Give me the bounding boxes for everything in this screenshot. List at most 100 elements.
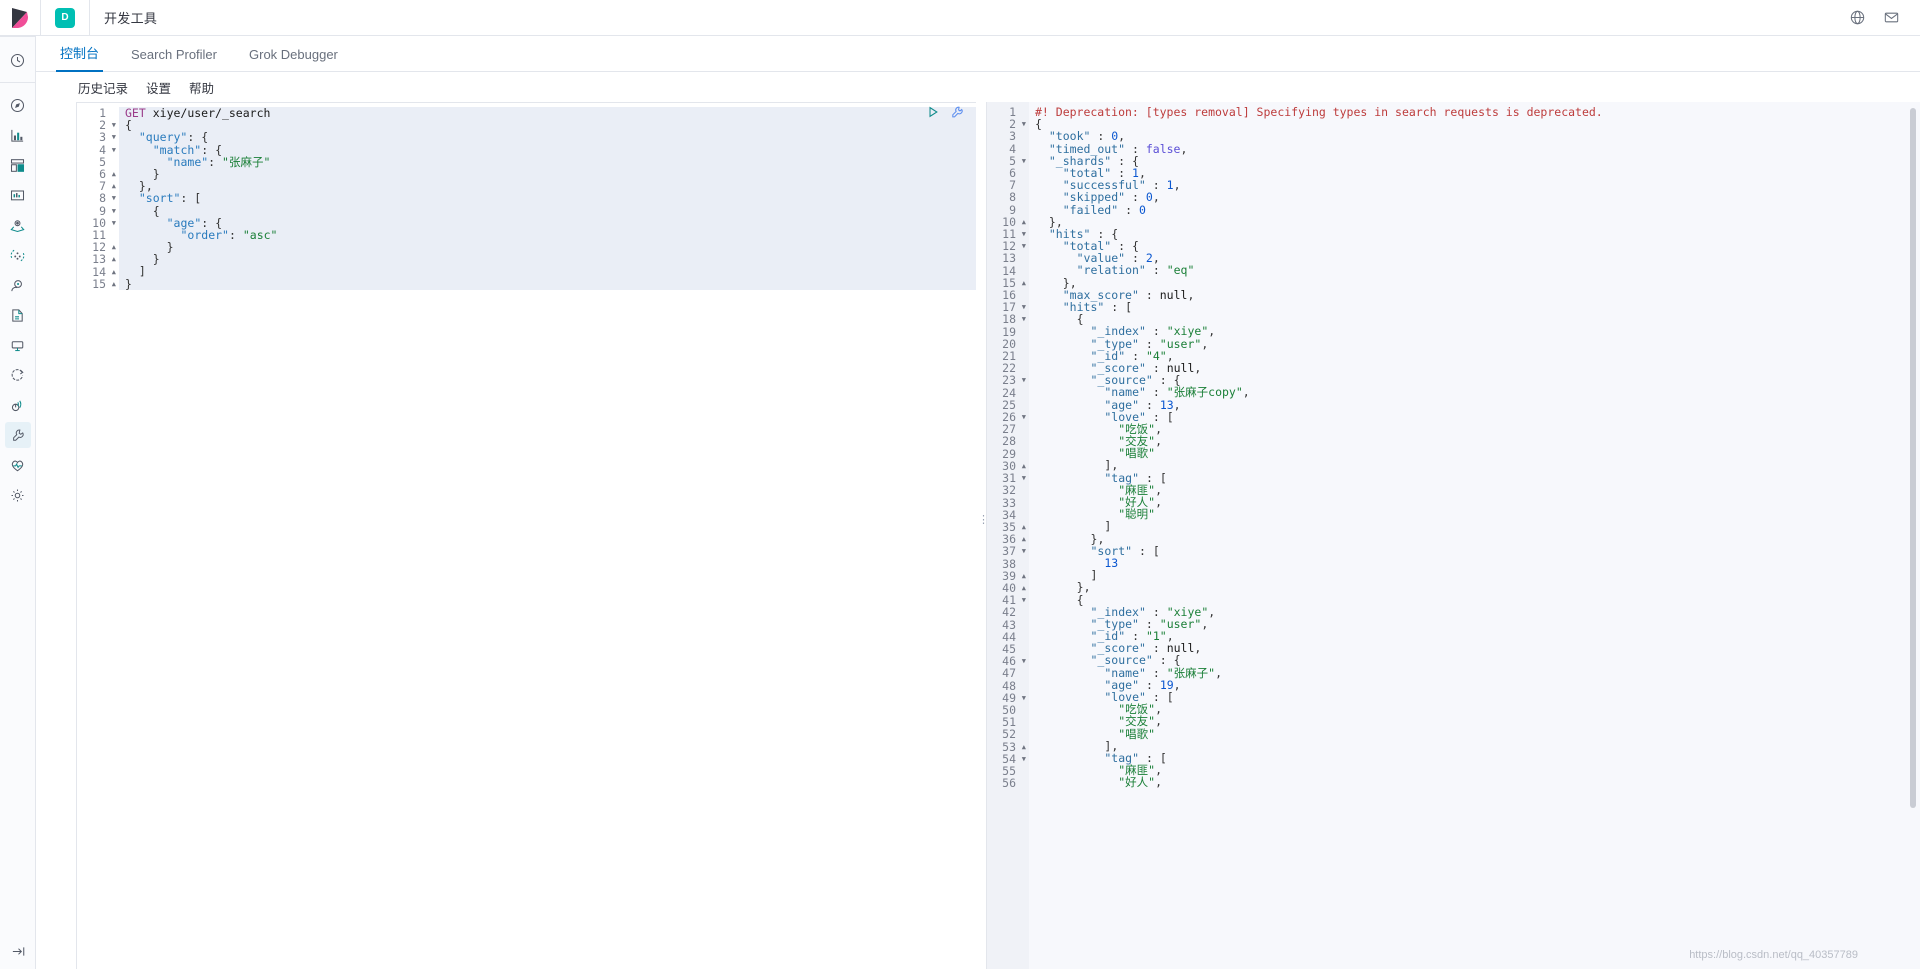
code-line: "name": "张麻子": [166, 154, 271, 169]
request-text[interactable]: GET xiye/user/_search{ "query": { "match…: [119, 103, 976, 969]
code-line: }: [152, 166, 160, 181]
editor-wrench-icon[interactable]: [950, 105, 964, 119]
code-line: "love" : [: [1104, 690, 1174, 704]
code-line: {: [1035, 117, 1042, 132]
line-number: 33: [1002, 495, 1016, 510]
request-editor[interactable]: 1 2 ▼ 3 ▼ 4 ▼ 5 6 ▲ 7 ▲ 8 ▼ 9 ▼ 10 ▼ 11 12 ▲ 13 ▲ 14 ▲ 15 ▲ GET xi…: [76, 102, 976, 969]
code-line: ],: [1104, 738, 1119, 753]
code-line: {: [152, 203, 160, 218]
tab-search-profiler[interactable]: Search Profiler: [115, 47, 233, 71]
code-line: 13: [1104, 555, 1119, 570]
line-number: 1: [1009, 105, 1016, 119]
code-line: ],: [1104, 458, 1119, 473]
code-line: }: [166, 240, 174, 255]
primary-sidebar: [0, 36, 36, 969]
line-number: 56: [1002, 776, 1016, 791]
kibana-logo[interactable]: [0, 0, 40, 36]
code-line: "tag" : [: [1104, 750, 1167, 765]
line-number: 3: [1009, 129, 1016, 144]
line-number: 13 ▲: [92, 252, 116, 267]
header-divider-left: [40, 0, 41, 36]
response-scrollbar-track[interactable]: [1910, 102, 1918, 969]
main-content: 控制台 Search Profiler Grok Debugger 历史记录 设…: [36, 36, 1920, 969]
code-line: GET xiye/user/_search: [125, 106, 271, 120]
line-number: 8 ▼: [99, 191, 116, 206]
sidebar-item-uptime[interactable]: [0, 360, 36, 390]
code-line: },: [138, 179, 153, 194]
line-number: 3 ▼: [99, 130, 116, 145]
sidebar-item-logs[interactable]: [0, 300, 36, 330]
line-number: 7: [1009, 178, 1016, 193]
pane-resize-handle[interactable]: ⋮: [976, 102, 989, 969]
line-number: 38: [1002, 556, 1016, 571]
request-code[interactable]: 1 2 ▼ 3 ▼ 4 ▼ 5 6 ▲ 7 ▲ 8 ▼ 9 ▼ 10 ▼ 11 12 ▲ 13 ▲ 14 ▲ 15 ▲ GET xi…: [77, 103, 976, 969]
mail-icon[interactable]: [1876, 3, 1906, 33]
kibana-dev-tools-window: D 开发工具 控制台 Search Profiler Grok Debugger…: [0, 0, 1920, 969]
code-line: "好人",: [1118, 775, 1163, 790]
code-line: "好人",: [1118, 495, 1163, 509]
sidebar-item-maps[interactable]: [0, 210, 36, 240]
response-editor[interactable]: 1 2 ▼ 3 4 5 ▼ 6 7 8 9 10 ▲ 11 ▼ 12 ▼ 13 14 15 ▲ 16 17 ▼ 18 ▼ 19 20 2…: [986, 102, 1920, 969]
sidebar-item-siem[interactable]: [0, 390, 36, 420]
pane-resize-grip[interactable]: ⋮: [978, 515, 989, 526]
help-globe-icon[interactable]: [1842, 3, 1872, 33]
send-request-play-icon[interactable]: [926, 105, 940, 119]
sidebar-item-dashboard[interactable]: [0, 150, 36, 180]
line-number: 9 ▼: [99, 203, 116, 218]
code-line: "max_score" : null,: [1062, 287, 1195, 302]
code-line: "query": {: [138, 130, 209, 145]
code-line: "sort": [: [138, 191, 202, 206]
sidebar-item-apm[interactable]: [0, 330, 36, 360]
code-line: {: [125, 118, 132, 133]
response-gutter: 1 2 ▼ 3 4 5 ▼ 6 7 8 9 10 ▲ 11 ▼ 12 ▼ 13 14 15 ▲ 16 17 ▼ 18 ▼ 19 20 2…: [987, 102, 1029, 969]
collapse-sidebar-button[interactable]: [0, 944, 36, 959]
code-line: "relation" : "eq": [1076, 263, 1195, 278]
code-line: "麻匪",: [1118, 482, 1163, 497]
code-line: "吃饭",: [1118, 421, 1163, 436]
code-line: "order": "asc": [180, 227, 278, 242]
sidebar-separator-mid: [0, 82, 35, 83]
sidebar-item-discover[interactable]: [0, 90, 36, 120]
sidebar-item-visualize[interactable]: [0, 120, 36, 150]
code-line: "love" : [: [1104, 409, 1174, 424]
line-number: 9: [1009, 202, 1016, 217]
tab-console[interactable]: 控制台: [44, 43, 115, 72]
code-line: "total" : {: [1062, 239, 1139, 254]
line-number: 4: [1009, 141, 1016, 156]
line-number: 18 ▼: [1002, 312, 1026, 327]
code-line: "hits" : {: [1048, 226, 1119, 241]
code-line: "_shards" : {: [1048, 153, 1139, 168]
line-number: 13: [1002, 251, 1016, 266]
subtab-help[interactable]: 帮助: [189, 78, 214, 97]
sidebar-item-infrastructure[interactable]: [0, 270, 36, 300]
code-line: "hits" : [: [1062, 300, 1133, 314]
code-line: "麻匪",: [1118, 763, 1163, 778]
sidebar-item-management[interactable]: [0, 480, 36, 510]
line-number: 43: [1002, 617, 1016, 632]
line-number: 8: [1009, 190, 1016, 205]
watermark: https://blog.csdn.net/qq_40357789: [1689, 949, 1858, 961]
line-number: 15 ▲: [92, 276, 116, 291]
sidebar-item-canvas[interactable]: [0, 180, 36, 210]
response-scrollbar-thumb[interactable]: [1910, 108, 1916, 808]
line-number: 42: [1002, 605, 1016, 620]
subtab-settings[interactable]: 设置: [146, 78, 171, 97]
sidebar-item-monitoring[interactable]: [0, 450, 36, 480]
sidebar-item-dev-tools[interactable]: [0, 420, 36, 450]
code-line: "唱歌": [1118, 446, 1156, 461]
code-line: }: [152, 252, 160, 267]
line-number: 14: [1002, 263, 1016, 278]
sidebar-item-dev-tools-active[interactable]: [4, 422, 31, 448]
line-number: 5 ▼: [1009, 153, 1026, 168]
code-line: "吃饭",: [1118, 702, 1163, 717]
line-number: 52: [1002, 727, 1016, 742]
tab-grok-debugger[interactable]: Grok Debugger: [233, 47, 354, 71]
subtab-history[interactable]: 历史记录: [78, 78, 128, 97]
sidebar-item-machine-learning[interactable]: [0, 240, 36, 270]
line-number: 53 ▲: [1002, 739, 1026, 754]
sidebar-item-recently-viewed[interactable]: [0, 45, 36, 75]
code-line: },: [1076, 580, 1091, 595]
line-number: 2 ▼: [99, 118, 116, 133]
code-line: }: [125, 276, 132, 291]
code-line: "唱歌": [1118, 726, 1156, 741]
